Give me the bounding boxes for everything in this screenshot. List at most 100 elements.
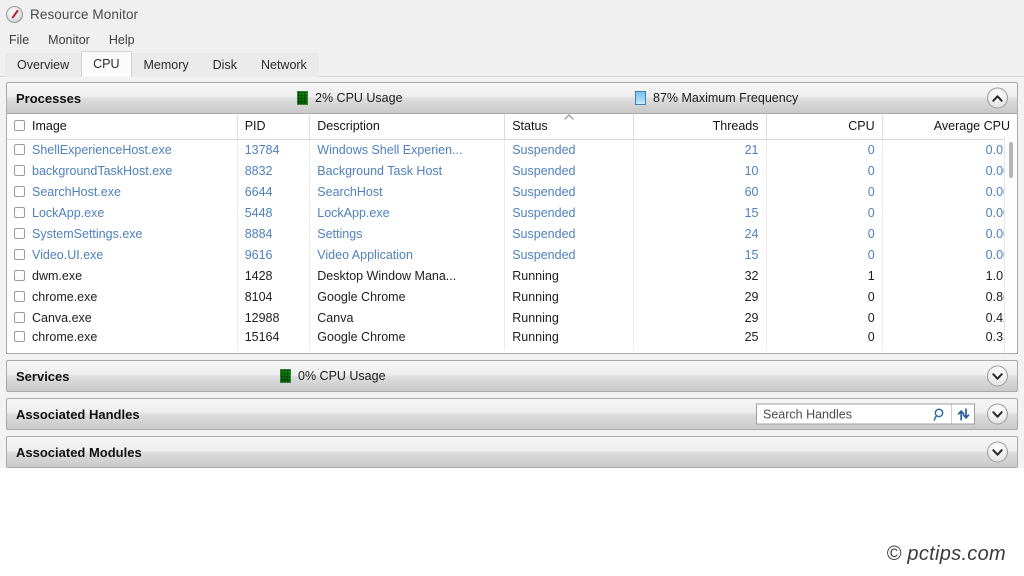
row-checkbox[interactable]	[14, 270, 25, 281]
cell-cpu: 0	[766, 182, 883, 203]
select-all-checkbox[interactable]	[14, 120, 25, 131]
cell-status: Running	[504, 287, 634, 308]
column-header-image[interactable]: Image	[7, 114, 238, 140]
search-button[interactable]	[929, 405, 951, 424]
search-handles-input[interactable]	[763, 407, 929, 421]
column-header-description[interactable]: Description	[309, 114, 506, 140]
menu-item-monitor[interactable]: Monitor	[48, 31, 100, 49]
row-checkbox[interactable]	[14, 207, 25, 218]
services-cpu-usage-stat: 0% CPU Usage	[280, 369, 386, 383]
resource-monitor-gauge-icon	[6, 5, 23, 23]
associated-modules-section-header[interactable]: Associated Modules	[6, 436, 1018, 468]
tab-strip: Overview CPU Memory Disk Network	[0, 51, 1024, 77]
cell-description: SearchHost	[309, 182, 506, 203]
process-image-label: dwm.exe	[32, 269, 83, 283]
table-row[interactable]: backgroundTaskHost.exe 8832 Background T…	[7, 161, 1017, 182]
cell-cpu: 0	[766, 287, 883, 308]
table-row[interactable]: chrome.exe 15164 Google Chrome Running 2…	[7, 329, 1017, 350]
cell-image: chrome.exe	[7, 287, 238, 308]
cell-average-cpu: 0.86	[985, 290, 1010, 304]
cell-image: SystemSettings.exe	[7, 224, 238, 245]
cpu-usage-label: 2% CPU Usage	[315, 91, 403, 105]
chevron-down-icon	[992, 410, 1003, 418]
cell-pid: 8104	[237, 287, 311, 308]
row-checkbox[interactable]	[14, 165, 25, 176]
services-section-header[interactable]: Services 0% CPU Usage	[6, 360, 1018, 392]
processes-table: Image PID Description Status Threads CPU	[7, 114, 1017, 350]
cell-pid: 8832	[237, 161, 311, 182]
column-header-status[interactable]: Status	[504, 114, 634, 140]
table-header-row: Image PID Description Status Threads CPU	[7, 114, 1017, 140]
associated-handles-section-header[interactable]: Associated Handles	[6, 398, 1018, 430]
cell-description: Google Chrome	[309, 287, 506, 308]
table-row[interactable]: SearchHost.exe 6644 SearchHost Suspended…	[7, 182, 1017, 203]
title-bar: Resource Monitor	[0, 0, 1024, 28]
menu-item-file[interactable]: File	[9, 31, 39, 49]
process-image-label: ShellExperienceHost.exe	[32, 143, 172, 157]
cell-average-cpu: 1.01	[985, 269, 1010, 283]
row-checkbox[interactable]	[14, 249, 25, 260]
cell-threads: 15	[633, 245, 767, 266]
cell-threads: 29	[633, 308, 767, 329]
table-row[interactable]: ShellExperienceHost.exe 13784 Windows Sh…	[7, 139, 1017, 161]
row-checkbox[interactable]	[14, 186, 25, 197]
process-image-label: LockApp.exe	[32, 206, 105, 220]
process-image-label: chrome.exe	[32, 290, 98, 304]
cell-pid: 15164	[237, 329, 311, 350]
services-cpu-usage-color-swatch	[280, 369, 291, 383]
row-checkbox[interactable]	[14, 228, 25, 239]
services-cpu-usage-label: 0% CPU Usage	[298, 369, 386, 383]
table-row[interactable]: Video.UI.exe 9616 Video Application Susp…	[7, 245, 1017, 266]
processes-cpu-usage-stat: 2% CPU Usage	[297, 91, 403, 105]
chevron-up-icon	[992, 94, 1003, 102]
process-image-label: chrome.exe	[32, 330, 98, 344]
cell-status: Suspended	[504, 161, 634, 182]
services-expand-button[interactable]	[987, 365, 1008, 387]
cell-image: ShellExperienceHost.exe	[7, 139, 238, 161]
tab-network[interactable]: Network	[248, 53, 319, 77]
refresh-handles-button[interactable]	[951, 404, 974, 424]
table-row[interactable]: Canva.exe 12988 Canva Running 29 0 0.42	[7, 308, 1017, 329]
cell-image: chrome.exe	[7, 329, 238, 350]
tab-disk[interactable]: Disk	[200, 53, 249, 77]
scrollbar-thumb[interactable]	[1009, 142, 1013, 178]
table-row[interactable]: chrome.exe 8104 Google Chrome Running 29…	[7, 287, 1017, 308]
cell-description: LockApp.exe	[309, 203, 506, 224]
column-header-threads[interactable]: Threads	[633, 114, 767, 140]
row-checkbox[interactable]	[14, 312, 25, 323]
max-frequency-color-swatch	[635, 91, 646, 105]
cell-pid: 9616	[237, 245, 311, 266]
max-frequency-label: 87% Maximum Frequency	[653, 91, 799, 105]
row-checkbox[interactable]	[14, 144, 25, 155]
search-handles-box[interactable]	[756, 403, 975, 425]
table-row[interactable]: dwm.exe 1428 Desktop Window Mana... Runn…	[7, 266, 1017, 287]
table-row[interactable]: SystemSettings.exe 8884 Settings Suspend…	[7, 224, 1017, 245]
table-row[interactable]: LockApp.exe 5448 LockApp.exe Suspended 1…	[7, 203, 1017, 224]
associated-modules-section-title: Associated Modules	[16, 444, 142, 460]
row-checkbox[interactable]	[14, 291, 25, 302]
processes-table-scrollbar[interactable]	[1004, 136, 1017, 353]
associated-modules-expand-button[interactable]	[987, 441, 1008, 463]
column-header-average-cpu[interactable]: Average CPU	[882, 114, 1017, 140]
cell-threads: 29	[633, 287, 767, 308]
cell-status: Running	[504, 266, 634, 287]
associated-handles-section-title: Associated Handles	[16, 406, 140, 422]
cell-threads: 60	[633, 182, 767, 203]
column-header-cpu[interactable]: CPU	[766, 114, 883, 140]
processes-table-body: ShellExperienceHost.exe 13784 Windows Sh…	[7, 139, 1017, 350]
cell-description: Canva	[309, 308, 506, 329]
menu-item-help[interactable]: Help	[109, 31, 145, 49]
cell-cpu: 1	[766, 266, 883, 287]
processes-collapse-button[interactable]	[987, 87, 1008, 109]
process-image-label: Canva.exe	[32, 311, 92, 325]
processes-section-header[interactable]: Processes 2% CPU Usage 87% Maximum Frequ…	[6, 82, 1018, 114]
row-checkbox[interactable]	[14, 331, 25, 342]
tab-memory[interactable]: Memory	[131, 53, 201, 77]
column-header-pid[interactable]: PID	[237, 114, 311, 140]
process-image-label: SearchHost.exe	[32, 185, 121, 199]
tab-cpu[interactable]: CPU	[81, 51, 132, 77]
associated-handles-expand-button[interactable]	[987, 403, 1008, 425]
tab-overview[interactable]: Overview	[5, 53, 82, 77]
cell-cpu: 0	[766, 139, 883, 161]
cell-pid: 12988	[237, 308, 311, 329]
